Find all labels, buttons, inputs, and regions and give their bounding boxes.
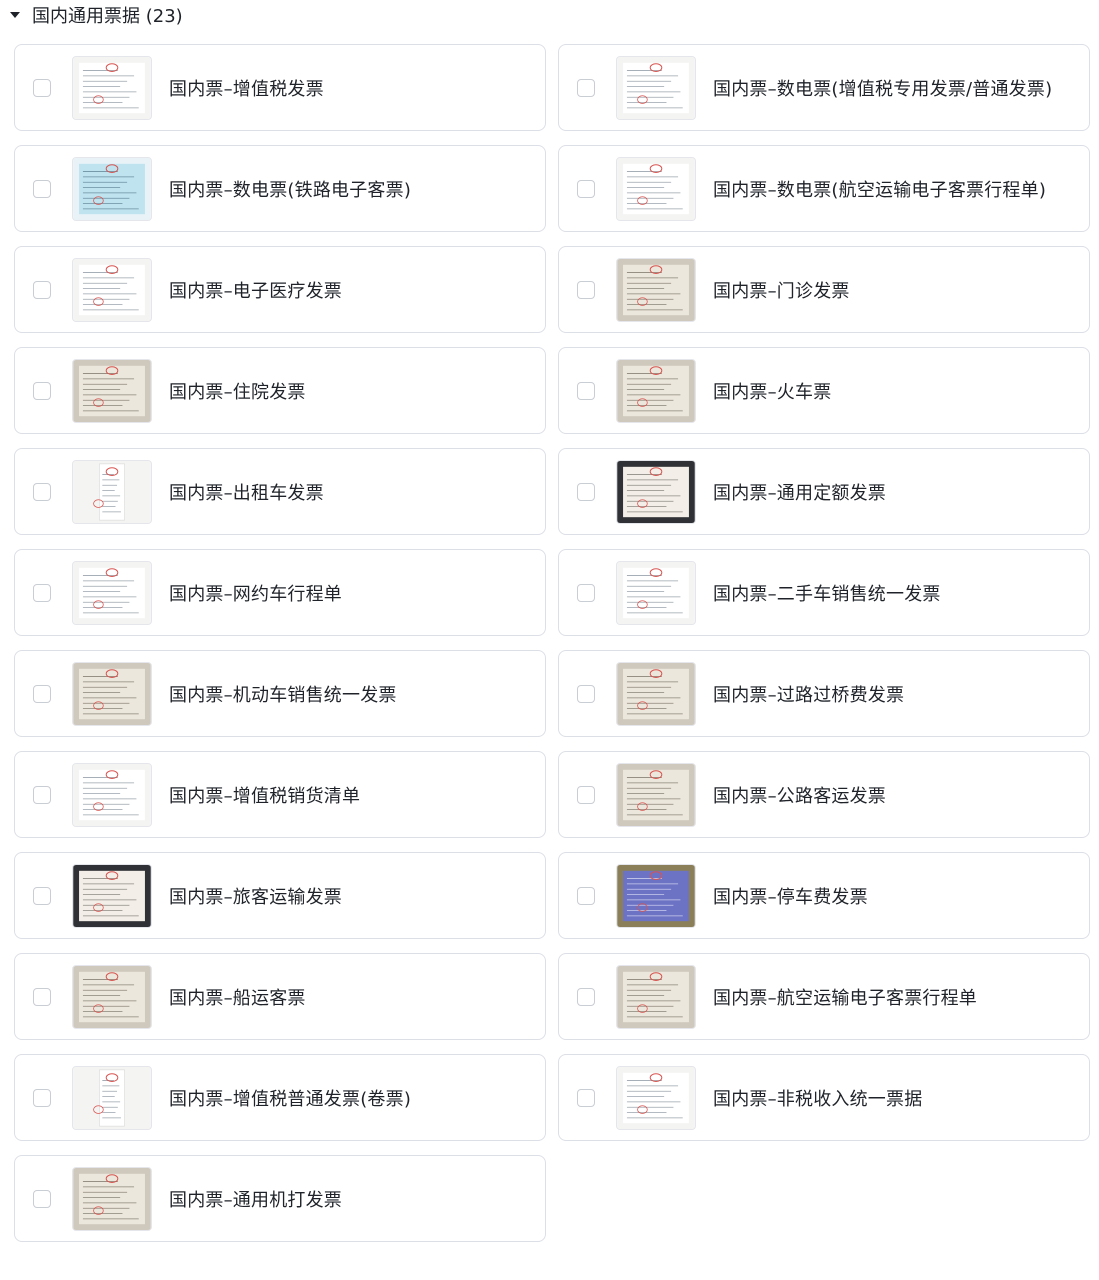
document-type-card[interactable]: 国内票–非税收入统一票据 <box>558 1054 1090 1141</box>
document-type-card[interactable]: 国内票–数电票(增值税专用发票/普通发票) <box>558 44 1090 131</box>
select-checkbox[interactable] <box>577 381 595 400</box>
select-checkbox[interactable] <box>33 1189 51 1208</box>
document-thumbnail <box>616 863 696 928</box>
select-checkbox[interactable] <box>577 179 595 198</box>
select-checkbox[interactable] <box>33 482 51 501</box>
document-type-label: 国内票–住院发票 <box>169 381 306 403</box>
document-type-card[interactable]: 国内票–航空运输电子客票行程单 <box>558 953 1090 1040</box>
document-type-label: 国内票–数电票(增值税专用发票/普通发票) <box>713 78 1053 100</box>
document-type-label: 国内票–增值税发票 <box>169 78 324 100</box>
document-type-card[interactable]: 国内票–数电票(航空运输电子客票行程单) <box>558 145 1090 232</box>
select-checkbox[interactable] <box>33 179 51 198</box>
document-thumbnail <box>72 257 152 322</box>
document-type-card[interactable]: 国内票–公路客运发票 <box>558 751 1090 838</box>
select-checkbox[interactable] <box>577 583 595 602</box>
document-type-label: 国内票–网约车行程单 <box>169 583 342 605</box>
document-type-card[interactable]: 国内票–过路过桥费发票 <box>558 650 1090 737</box>
document-type-card[interactable]: 国内票–通用定额发票 <box>558 448 1090 535</box>
document-thumbnail <box>616 156 696 221</box>
document-type-label: 国内票–门诊发票 <box>713 280 850 302</box>
document-thumbnail <box>616 762 696 827</box>
document-thumbnail <box>72 1065 152 1130</box>
select-checkbox[interactable] <box>33 583 51 602</box>
document-thumbnail <box>72 863 152 928</box>
document-thumbnail <box>616 459 696 524</box>
document-type-card[interactable]: 国内票–火车票 <box>558 347 1090 434</box>
select-checkbox[interactable] <box>577 684 595 703</box>
document-thumbnail <box>616 257 696 322</box>
document-thumbnail <box>72 358 152 423</box>
document-type-card[interactable]: 国内票–门诊发票 <box>558 246 1090 333</box>
select-checkbox[interactable] <box>577 280 595 299</box>
document-type-label: 国内票–增值税普通发票(卷票) <box>169 1088 412 1110</box>
caret-down-icon[interactable] <box>10 12 20 18</box>
document-thumbnail <box>72 661 152 726</box>
document-type-label: 国内票–增值税销货清单 <box>169 785 361 807</box>
document-thumbnail <box>72 964 152 1029</box>
document-thumbnail <box>72 55 152 120</box>
select-checkbox[interactable] <box>33 987 51 1006</box>
document-type-label: 国内票–出租车发票 <box>169 482 324 504</box>
document-thumbnail <box>616 560 696 625</box>
select-checkbox[interactable] <box>577 482 595 501</box>
document-type-card[interactable]: 国内票–数电票(铁路电子客票) <box>14 145 546 232</box>
select-checkbox[interactable] <box>33 381 51 400</box>
document-type-card[interactable]: 国内票–增值税普通发票(卷票) <box>14 1054 546 1141</box>
select-checkbox[interactable] <box>33 280 51 299</box>
document-type-card[interactable]: 国内票–住院发票 <box>14 347 546 434</box>
document-thumbnail <box>72 762 152 827</box>
select-checkbox[interactable] <box>577 1088 595 1107</box>
document-type-label: 国内票–数电票(航空运输电子客票行程单) <box>713 179 1047 201</box>
document-type-label: 国内票–公路客运发票 <box>713 785 886 807</box>
document-thumbnail <box>72 1166 152 1231</box>
document-type-card[interactable]: 国内票–通用机打发票 <box>14 1155 546 1242</box>
select-checkbox[interactable] <box>33 886 51 905</box>
document-type-card[interactable]: 国内票–电子医疗发票 <box>14 246 546 333</box>
select-checkbox[interactable] <box>577 987 595 1006</box>
document-type-card[interactable]: 国内票–停车费发票 <box>558 852 1090 939</box>
document-type-card[interactable]: 国内票–网约车行程单 <box>14 549 546 636</box>
document-type-card[interactable]: 国内票–二手车销售统一发票 <box>558 549 1090 636</box>
document-type-grid: 国内票–增值税发票 国内票–数电票(增值税专用发票/普通发票) 国内票–数电票(铁路… <box>14 44 1090 1242</box>
document-type-label: 国内票–电子医疗发票 <box>169 280 342 302</box>
document-thumbnail <box>616 358 696 423</box>
document-thumbnail <box>616 1065 696 1130</box>
document-type-label: 国内票–过路过桥费发票 <box>713 684 905 706</box>
document-type-label: 国内票–火车票 <box>713 381 832 403</box>
document-type-card[interactable]: 国内票–船运客票 <box>14 953 546 1040</box>
section-title: 国内通用票据 (23) <box>32 6 183 27</box>
select-checkbox[interactable] <box>33 684 51 703</box>
document-thumbnail <box>616 661 696 726</box>
document-type-card[interactable]: 国内票–增值税发票 <box>14 44 546 131</box>
select-checkbox[interactable] <box>577 886 595 905</box>
document-thumbnail <box>616 55 696 120</box>
document-type-label: 国内票–数电票(铁路电子客票) <box>169 179 412 201</box>
document-thumbnail <box>72 560 152 625</box>
document-type-card[interactable]: 国内票–增值税销货清单 <box>14 751 546 838</box>
document-type-label: 国内票–旅客运输发票 <box>169 886 342 908</box>
document-type-label: 国内票–停车费发票 <box>713 886 868 908</box>
document-type-label: 国内票–二手车销售统一发票 <box>713 583 941 605</box>
select-checkbox[interactable] <box>577 785 595 804</box>
document-type-card[interactable]: 国内票–出租车发票 <box>14 448 546 535</box>
document-type-label: 国内票–非税收入统一票据 <box>713 1088 923 1110</box>
select-checkbox[interactable] <box>33 78 51 97</box>
document-thumbnail <box>616 964 696 1029</box>
document-type-card[interactable]: 国内票–机动车销售统一发票 <box>14 650 546 737</box>
document-thumbnail <box>72 459 152 524</box>
document-type-label: 国内票–航空运输电子客票行程单 <box>713 987 977 1009</box>
document-type-label: 国内票–船运客票 <box>169 987 306 1009</box>
document-type-label: 国内票–通用定额发票 <box>713 482 886 504</box>
document-thumbnail <box>72 156 152 221</box>
select-checkbox[interactable] <box>577 78 595 97</box>
select-checkbox[interactable] <box>33 785 51 804</box>
document-type-label: 国内票–通用机打发票 <box>169 1189 342 1211</box>
section-header[interactable]: 国内通用票据 (23) <box>10 0 183 30</box>
document-type-label: 国内票–机动车销售统一发票 <box>169 684 397 706</box>
document-type-card[interactable]: 国内票–旅客运输发票 <box>14 852 546 939</box>
select-checkbox[interactable] <box>33 1088 51 1107</box>
